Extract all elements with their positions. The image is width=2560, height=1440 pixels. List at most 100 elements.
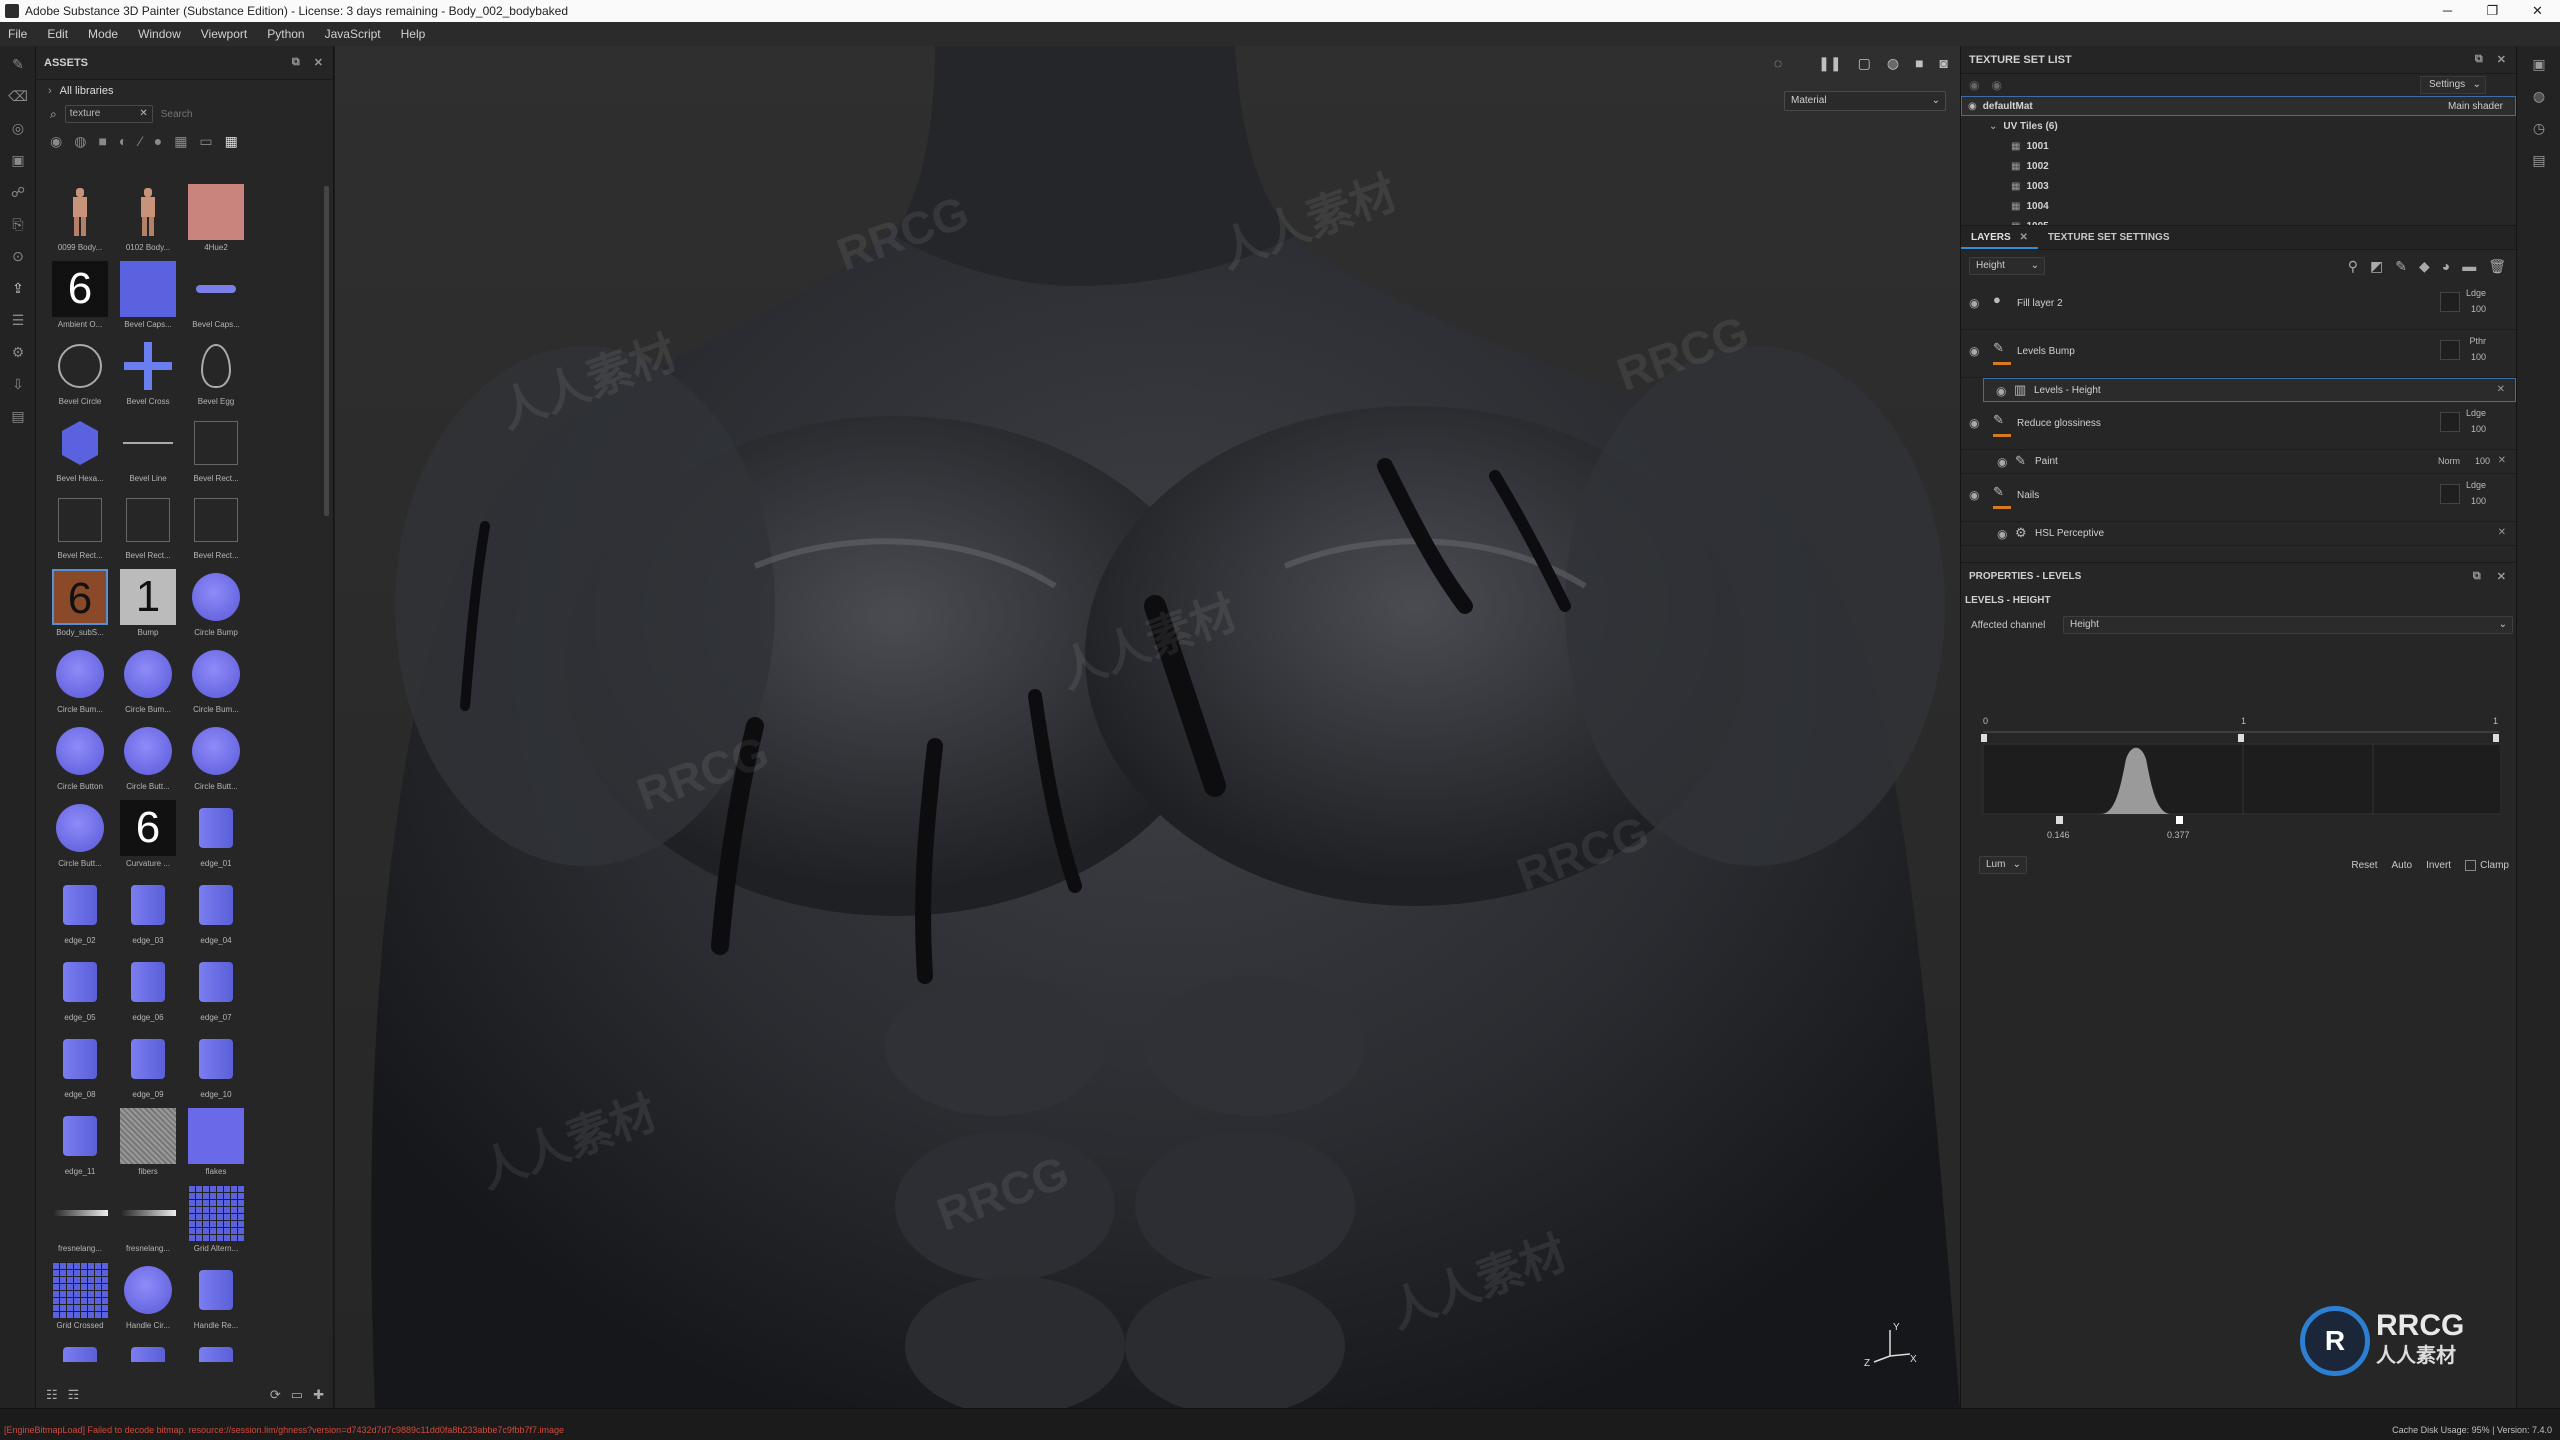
library-selector[interactable]: › All libraries	[36, 80, 333, 102]
asset-tile[interactable]	[46, 1337, 114, 1362]
screenshot-icon[interactable]: ◙	[1940, 55, 1948, 71]
menu-window[interactable]: Window	[138, 27, 181, 41]
asset-tile[interactable]: Bevel Hexa...	[46, 413, 114, 490]
asset-tile[interactable]: Circle Bum...	[46, 644, 114, 721]
eye-icon[interactable]: ◉	[1997, 527, 2007, 541]
filter-masks-icon[interactable]: ◐	[119, 133, 127, 149]
add-mask-icon[interactable]: ◩	[2370, 258, 2383, 275]
search-input[interactable]	[160, 108, 301, 120]
asset-tile[interactable]: edge_08	[46, 1029, 114, 1106]
eye-icon[interactable]: ◉	[1997, 455, 2007, 469]
close-tab-icon[interactable]: ✕	[2019, 232, 2027, 243]
asset-tile[interactable]	[114, 1337, 182, 1362]
asset-tile[interactable]: Bevel Line	[114, 413, 182, 490]
asset-tile[interactable]: Grid Crossed	[46, 1260, 114, 1337]
clone-icon[interactable]: ⎘	[8, 214, 28, 234]
layer-fill-layer-2[interactable]: ◉ ● Fill layer 2 Ldge 100	[1961, 282, 2516, 330]
asset-tile[interactable]: 6 Body_subS...	[46, 567, 114, 644]
filter-images-icon[interactable]: ▭	[199, 133, 212, 150]
display-mode-icon[interactable]: ▢	[1858, 55, 1871, 72]
uv-tile-row[interactable]: ▦ 1004	[1961, 196, 2516, 216]
asset-tile[interactable]: edge_04	[182, 875, 250, 952]
asset-tile[interactable]: Circle Butt...	[114, 721, 182, 798]
tab-layers[interactable]: LAYERS ✕	[1961, 227, 2038, 249]
asset-tile[interactable]: Bevel Rect...	[182, 413, 250, 490]
channel-dropdown[interactable]: Height ⌄	[1969, 257, 2045, 275]
menu-python[interactable]: Python	[267, 27, 304, 41]
delete-icon[interactable]: 🗑	[2488, 258, 2506, 275]
environment-icon[interactable]: ◍	[1887, 55, 1899, 72]
close-panel-icon[interactable]: ✕	[2497, 53, 2506, 66]
uv-tile-row[interactable]: ▦ 1002	[1961, 156, 2516, 176]
asset-tile[interactable]: Bevel Caps...	[114, 259, 182, 336]
filter-grid-icon[interactable]: ▦	[174, 133, 187, 150]
asset-tile[interactable]: Handle Re...	[182, 1260, 250, 1337]
close-panel-icon[interactable]: ✕	[2497, 570, 2506, 583]
asset-tile[interactable]: fresnelang...	[46, 1183, 114, 1260]
tree-view-icon[interactable]: ☶	[68, 1387, 80, 1403]
pause-icon[interactable]: ❚❚	[1818, 55, 1841, 72]
assets-scrollbar[interactable]	[324, 186, 329, 516]
texture-set-icon[interactable]: ▣	[2529, 56, 2549, 76]
asset-tile[interactable]: 1 Bump	[114, 567, 182, 644]
asset-tile[interactable]: edge_10	[182, 1029, 250, 1106]
export-icon[interactable]: ⇩	[8, 374, 28, 394]
camera-icon[interactable]: ■	[1915, 55, 1923, 71]
levels-histogram[interactable]: 0 1 1 0.146 0.377	[1981, 714, 2502, 854]
uv-tile-row[interactable]: ▦ 1003	[1961, 176, 2516, 196]
list-view-icon[interactable]: ☷	[46, 1387, 58, 1403]
remove-tag-icon[interactable]: ✕	[139, 106, 147, 122]
layer-nails[interactable]: ◉ ✎ Nails Ldge 100	[1961, 474, 2516, 522]
asset-tile[interactable]: Bevel Rect...	[46, 490, 114, 567]
add-effect-icon[interactable]: ⚲	[2348, 258, 2358, 275]
polygon-fill-icon[interactable]: ▣	[8, 150, 28, 170]
blend-mode[interactable]: Ldge	[2466, 286, 2486, 300]
layer-opacity[interactable]: 100	[2471, 304, 2486, 314]
blend-mode[interactable]: Pthr	[2469, 334, 2486, 348]
asset-tile[interactable]: Circle Butt...	[182, 721, 250, 798]
asset-tile[interactable]: Bevel Egg	[182, 336, 250, 413]
paint-brush-icon[interactable]: ✎	[8, 54, 28, 74]
add-folder-icon[interactable]: ▬	[2462, 258, 2476, 275]
asset-tile[interactable]: 4Hue2	[182, 182, 250, 259]
filter-brushes-icon[interactable]: ⁄	[139, 133, 141, 149]
refresh-icon[interactable]: ⟳	[270, 1387, 281, 1403]
menu-help[interactable]: Help	[401, 27, 426, 41]
asset-tile[interactable]: Grid Altern...	[182, 1183, 250, 1260]
eraser-icon[interactable]: ⌫	[8, 86, 28, 106]
assets-icon[interactable]: ⇪	[8, 278, 28, 298]
eye-icon[interactable]: ◉	[1996, 384, 2006, 398]
effect-hsl-perceptive[interactable]: ◉ ⚙ HSL Perceptive ✕	[1961, 522, 2516, 546]
settings-dropdown[interactable]: Settings ⌄	[2420, 76, 2486, 94]
levels-mode-dropdown[interactable]: Lum ⌄	[1979, 856, 2027, 874]
filter-textures-icon[interactable]: ■	[98, 133, 106, 149]
layer-mask-thumbnail[interactable]	[2440, 340, 2460, 360]
float-panel-icon[interactable]: ⧉	[2475, 53, 2483, 66]
bake-icon[interactable]: ⚙	[8, 342, 28, 362]
eye-icon[interactable]: ◉	[1969, 344, 1979, 358]
asset-tile[interactable]: Circle Bum...	[182, 644, 250, 721]
search-filter-tag[interactable]: texture ✕	[64, 105, 153, 123]
layer-mask-thumbnail[interactable]	[2440, 484, 2460, 504]
blend-mode[interactable]: Norm	[2438, 456, 2460, 466]
uv-tiles-group[interactable]: ⌄ UV Tiles (6)	[1961, 116, 2516, 136]
uv-tile-row[interactable]: ▦ 1005	[1961, 216, 2516, 226]
projection-icon[interactable]: ◎	[8, 118, 28, 138]
close-button[interactable]: ✕	[2515, 3, 2560, 19]
input-low-handle[interactable]	[2056, 816, 2063, 824]
auto-button[interactable]: Auto	[2392, 860, 2413, 871]
history-icon[interactable]: ◷	[2529, 120, 2549, 140]
effect-levels-height[interactable]: ◉ ▥ Levels - Height ✕	[1983, 378, 2516, 402]
remove-effect-icon[interactable]: ✕	[2497, 384, 2505, 395]
asset-tile[interactable]: flakes	[182, 1106, 250, 1183]
display-icon[interactable]: ◍	[2529, 88, 2549, 108]
status-error-message[interactable]: [EngineBitmapLoad] Failed to decode bitm…	[4, 1425, 564, 1435]
asset-tile[interactable]: 0102 Body...	[114, 182, 182, 259]
asset-tile[interactable]: 0099 Body...	[46, 182, 114, 259]
asset-tile[interactable]: Handle Cir...	[114, 1260, 182, 1337]
asset-tile[interactable]: fresnelang...	[114, 1183, 182, 1260]
layer-opacity[interactable]: 100	[2471, 496, 2486, 506]
asset-tile[interactable]: Circle Bum...	[114, 644, 182, 721]
asset-tile[interactable]: Bevel Cross	[114, 336, 182, 413]
menu-javascript[interactable]: JavaScript	[325, 27, 381, 41]
